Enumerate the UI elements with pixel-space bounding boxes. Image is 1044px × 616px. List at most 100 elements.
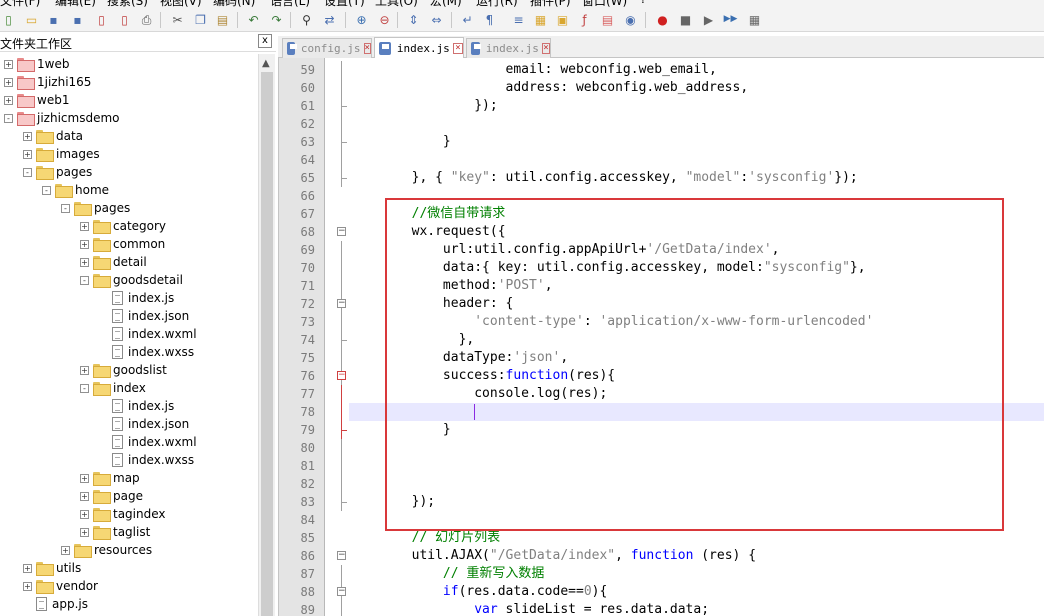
tree-folder-item[interactable]: + goodslist <box>80 361 167 379</box>
play-macro-icon[interactable]: ▶ <box>700 11 717 28</box>
tree-folder-item[interactable]: - pages <box>61 199 130 217</box>
expand-icon[interactable]: + <box>80 473 89 483</box>
close-icon[interactable]: ▯ <box>93 11 110 28</box>
expand-icon[interactable]: + <box>80 257 89 267</box>
fold-toggle-icon[interactable]: − <box>337 227 346 236</box>
code-line[interactable]: }); <box>349 493 435 511</box>
menu-item[interactable]: 设置(T) <box>324 0 365 8</box>
menu-item[interactable]: 窗口(W) <box>582 0 627 8</box>
close-tab-icon[interactable]: × <box>452 43 463 54</box>
code-line[interactable]: }, <box>349 331 475 349</box>
menu-item[interactable]: 文件(F) <box>0 0 40 8</box>
code-line[interactable]: //微信自带请求 <box>349 205 506 223</box>
collapse-icon[interactable]: - <box>42 185 51 195</box>
close-tab-icon[interactable]: × <box>541 43 550 54</box>
code-line[interactable]: address: webconfig.web_address, <box>349 79 749 97</box>
menu-item[interactable]: ? <box>640 0 646 6</box>
word-wrap-icon[interactable]: ↵ <box>459 11 476 28</box>
expand-icon[interactable]: + <box>80 221 89 231</box>
tree-folder-item[interactable]: - home <box>42 181 109 199</box>
open-file-icon[interactable]: ▭ <box>23 11 40 28</box>
tree-file-item[interactable]: index.wxml <box>99 325 197 343</box>
new-file-icon[interactable]: ▯ <box>0 11 17 28</box>
tree-folder-item[interactable]: + resources <box>61 541 152 559</box>
sync-horizontal-icon[interactable]: ⇔ <box>428 11 445 28</box>
tab-0[interactable]: config.js × <box>282 38 372 58</box>
tree-folder-item[interactable]: + utils <box>23 559 81 577</box>
copy-icon[interactable]: ❐ <box>192 11 209 28</box>
expand-icon[interactable]: + <box>61 545 70 555</box>
tree-folder-item[interactable]: + tagindex <box>80 505 166 523</box>
expand-icon[interactable]: + <box>23 131 32 141</box>
zoom-out-icon[interactable]: ⊖ <box>376 11 393 28</box>
code-line[interactable]: wx.request({ <box>349 223 506 241</box>
tree-folder-item[interactable]: +1web <box>4 55 69 73</box>
tree-folder-item[interactable]: + map <box>80 469 140 487</box>
menu-item[interactable]: 编辑(E) <box>55 0 96 8</box>
close-workspace-button[interactable]: x <box>258 34 272 48</box>
tree-file-item[interactable]: index.wxml <box>99 433 197 451</box>
collapse-icon[interactable]: - <box>4 113 13 123</box>
code-line[interactable]: console.log(res); <box>349 385 607 403</box>
fold-toggle-icon[interactable]: − <box>337 587 346 596</box>
sync-vertical-icon[interactable]: ⇕ <box>405 11 422 28</box>
code-line[interactable]: data:{ key: util.config.accesskey, model… <box>349 259 866 277</box>
tree-folder-item[interactable]: - jizhicmsdemo <box>4 109 119 127</box>
undo-icon[interactable]: ↶ <box>245 11 262 28</box>
code-line[interactable]: // 重新写入数据 <box>349 565 545 583</box>
expand-icon[interactable]: + <box>80 491 89 501</box>
expand-icon[interactable]: + <box>23 149 32 159</box>
fold-toggle-icon[interactable]: − <box>337 371 346 380</box>
tree-folder-item[interactable]: + taglist <box>80 523 150 541</box>
tree-folder-item[interactable]: + common <box>80 235 165 253</box>
tree-folder-item[interactable]: - index <box>80 379 146 397</box>
expand-icon[interactable]: + <box>4 95 13 105</box>
run-macro-multiple-icon[interactable]: ▶▶ <box>722 11 739 28</box>
tree-folder-item[interactable]: + web1 <box>4 91 69 109</box>
tree-folder-item[interactable]: + detail <box>80 253 147 271</box>
tree-file-item[interactable]: index.wxss <box>99 451 194 469</box>
tree-folder-item[interactable]: + images <box>23 145 100 163</box>
expand-icon[interactable]: + <box>23 563 32 573</box>
expand-icon[interactable]: + <box>4 77 13 87</box>
redo-icon[interactable]: ↷ <box>268 11 285 28</box>
tree-folder-item[interactable]: - pages <box>23 163 92 181</box>
tree-file-item[interactable]: index.json <box>99 415 189 433</box>
close-tab-icon[interactable]: × <box>363 43 371 54</box>
expand-icon[interactable]: + <box>4 59 13 69</box>
menu-item[interactable]: 搜索(S) <box>107 0 148 8</box>
expand-icon[interactable]: + <box>23 581 32 591</box>
menu-item[interactable]: 编码(N) <box>213 0 255 8</box>
code-line[interactable]: } <box>349 421 451 439</box>
save-icon[interactable]: ▪ <box>45 11 62 28</box>
collapse-icon[interactable]: - <box>61 203 70 213</box>
code-line[interactable]: } <box>349 133 451 151</box>
menu-item[interactable]: 视图(V) <box>160 0 202 8</box>
fold-toggle-icon[interactable]: − <box>337 299 346 308</box>
paste-icon[interactable]: ▤ <box>214 11 231 28</box>
code-line[interactable]: success:function(res){ <box>349 367 615 385</box>
expand-icon[interactable]: + <box>80 239 89 249</box>
save-macro-icon[interactable]: ▦ <box>746 11 763 28</box>
print-icon[interactable]: ⎙ <box>138 11 155 28</box>
menu-item[interactable]: 插件(P) <box>530 0 571 8</box>
cut-icon[interactable]: ✂ <box>169 11 186 28</box>
code-line[interactable]: if(res.data.code==0){ <box>349 583 607 601</box>
monitor-icon[interactable]: ◉ <box>622 11 639 28</box>
tree-folder-item[interactable]: - goodsdetail <box>80 271 183 289</box>
udl-icon[interactable]: ▦ <box>532 11 549 28</box>
collapse-icon[interactable]: - <box>80 275 89 285</box>
expand-icon[interactable]: + <box>80 527 89 537</box>
workspace-scrollbar[interactable]: ▲ <box>258 54 275 616</box>
tree-folder-item[interactable]: + category <box>80 217 166 235</box>
code-line[interactable]: email: webconfig.web_email, <box>349 61 717 79</box>
code-line[interactable]: header: { <box>349 295 513 313</box>
code-line[interactable]: dataType:'json', <box>349 349 568 367</box>
menu-item[interactable]: 运行(R) <box>476 0 518 8</box>
save-all-icon[interactable]: ▪ <box>69 11 86 28</box>
tree-file-item[interactable]: index.js <box>99 397 174 415</box>
show-all-chars-icon[interactable]: ¶ <box>481 11 498 28</box>
menu-item[interactable]: 语言(L) <box>270 0 310 8</box>
tab-2[interactable]: index.js × <box>466 38 551 58</box>
zoom-in-icon[interactable]: ⊕ <box>353 11 370 28</box>
